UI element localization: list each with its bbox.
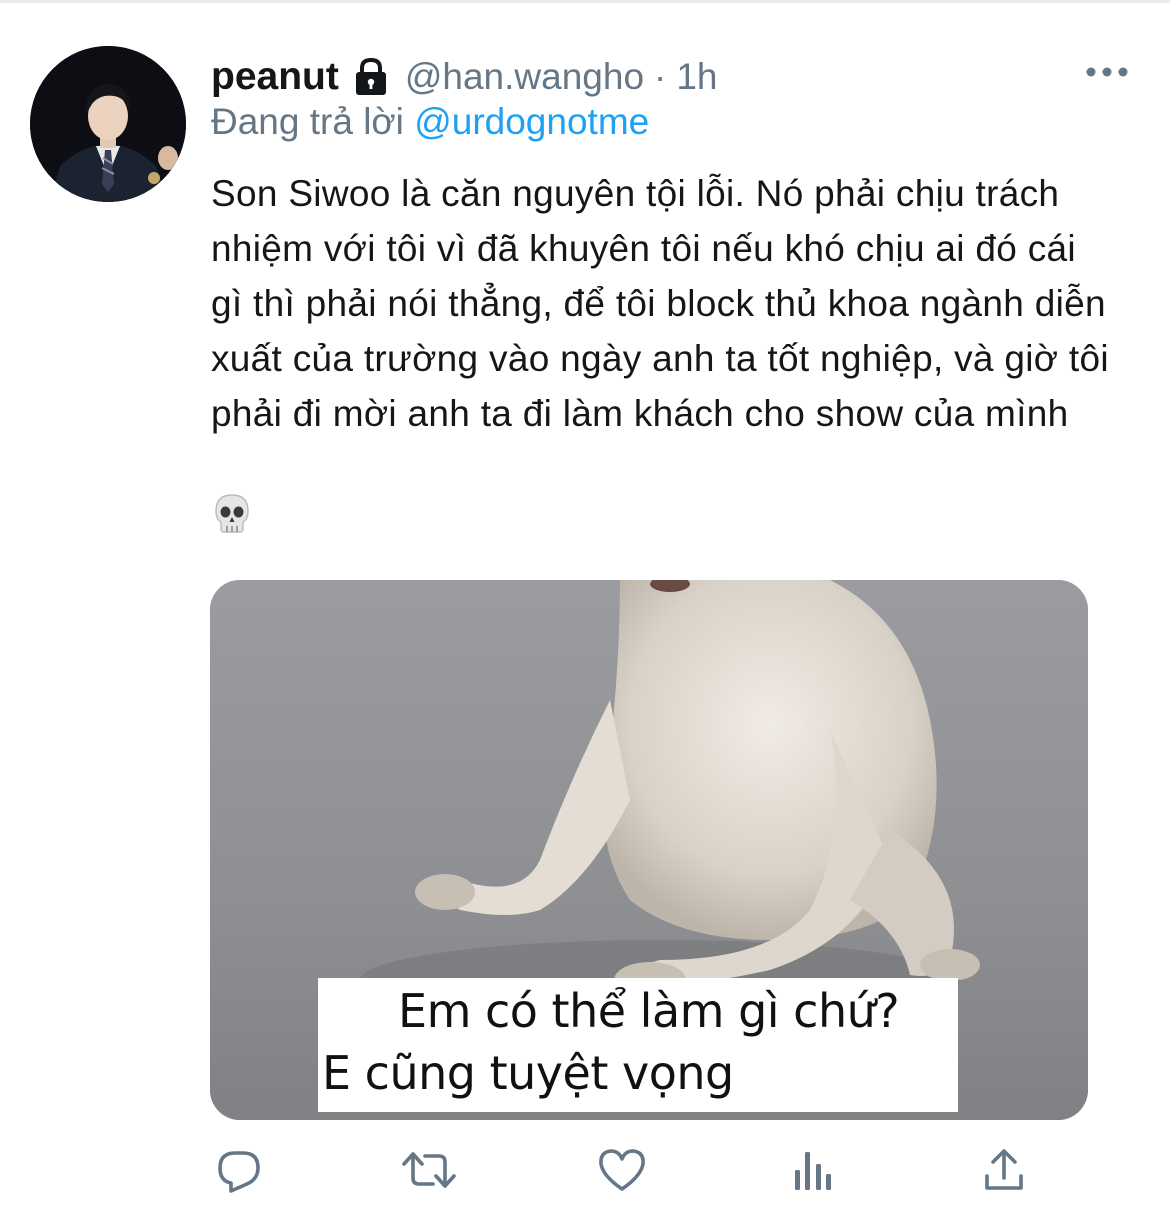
reply-prefix: Đang trả lời [211,101,404,142]
share-icon [982,1146,1026,1199]
analytics-icon [791,1148,835,1197]
tweet-media-image[interactable]: Em có thể làm gì chứ? E cũng tuyệt vọng [210,580,1088,1120]
analytics-button[interactable] [785,1144,841,1200]
skull-emoji [212,492,252,536]
more-icon[interactable] [1085,62,1129,82]
like-button[interactable] [594,1144,650,1200]
tweet-actions [211,1144,1041,1200]
share-button[interactable] [976,1144,1032,1200]
meme-caption: Em có thể làm gì chứ? E cũng tuyệt vọng [318,978,958,1112]
lock-icon [351,56,391,98]
like-icon [597,1146,647,1199]
retweet-icon [401,1146,457,1199]
tweet-time[interactable]: 1h [676,56,717,98]
reply-button[interactable] [211,1144,267,1200]
avatar[interactable] [30,46,186,202]
meme-caption-line1: Em có thể làm gì chứ? [398,984,900,1038]
top-divider [0,0,1170,3]
meme-caption-line2: E cũng tuyệt vọng [322,1046,734,1100]
retweet-button[interactable] [401,1144,457,1200]
tweet-header: peanut @han.wangho · 1h [211,52,718,102]
reply-mention-link[interactable]: @urdognotme [414,101,649,142]
display-name[interactable]: peanut [211,55,339,99]
user-handle[interactable]: @han.wangho [405,56,644,98]
tweet-text: Son Siwoo là căn nguyên tội lỗi. Nó phải… [211,173,1109,434]
reply-context: Đang trả lời @urdognotme [211,101,649,143]
reply-icon [215,1146,263,1199]
header-separator: · [654,56,667,97]
